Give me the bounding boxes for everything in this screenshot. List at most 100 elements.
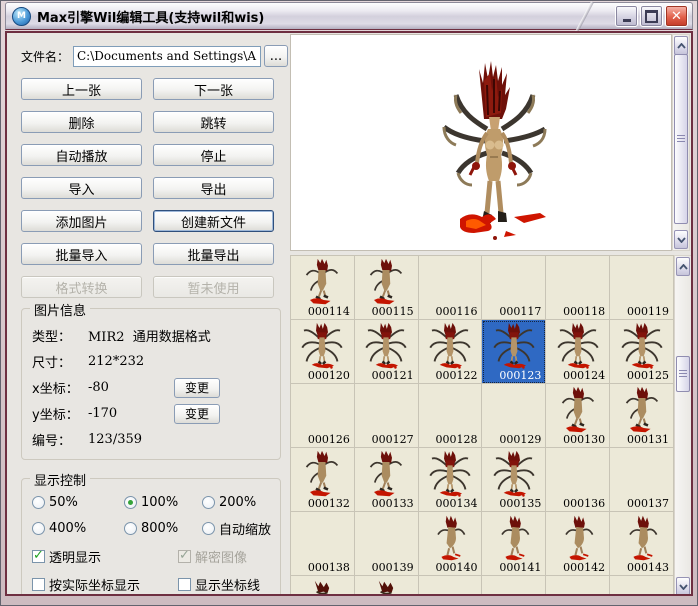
add-image-button[interactable]: 添加图片 bbox=[21, 210, 142, 232]
minimize-button[interactable] bbox=[615, 5, 638, 27]
export-button[interactable]: 导出 bbox=[153, 177, 274, 199]
radio-icon[interactable] bbox=[124, 522, 137, 535]
checkbox-actual-coords[interactable]: 按实际坐标显示 bbox=[32, 575, 178, 594]
thumb-cell-000129[interactable]: 000129 bbox=[482, 384, 546, 448]
thumb-cell-000131[interactable]: 000131 bbox=[610, 384, 674, 448]
monster-sprite-icon bbox=[300, 579, 344, 596]
thumb-cell-000118[interactable]: 000118 bbox=[546, 256, 610, 320]
stop-button[interactable]: 停止 bbox=[153, 144, 274, 166]
thumb-cell-partial-30[interactable] bbox=[291, 576, 355, 596]
thumb-cell-000116[interactable]: 000116 bbox=[419, 256, 483, 320]
thumb-cell-000133[interactable]: 000133 bbox=[355, 448, 419, 512]
preview-scroll-thumb[interactable] bbox=[674, 54, 688, 224]
grid-scrollbar[interactable] bbox=[674, 255, 692, 596]
radio-icon[interactable] bbox=[124, 496, 137, 509]
thumb-cell-000143[interactable]: 000143 bbox=[610, 512, 674, 576]
radio-zoom-100[interactable]: 100% bbox=[124, 495, 202, 510]
thumb-cell-000142[interactable]: 000142 bbox=[546, 512, 610, 576]
browse-button[interactable]: ... bbox=[264, 45, 288, 67]
thumb-cell-000114[interactable]: 000114 bbox=[291, 256, 355, 320]
thumb-cell-000136[interactable]: 000136 bbox=[546, 448, 610, 512]
maximize-button[interactable] bbox=[640, 5, 663, 27]
radio-zoom-400[interactable]: 400% bbox=[32, 519, 124, 538]
x-coord-value: -80 bbox=[88, 380, 174, 395]
thumb-number: 000114 bbox=[308, 305, 350, 318]
preview-scroll-up-icon[interactable] bbox=[674, 36, 688, 55]
thumb-cell-000119[interactable]: 000119 bbox=[610, 256, 674, 320]
thumb-cell-000127[interactable]: 000127 bbox=[355, 384, 419, 448]
close-button[interactable]: ✕ bbox=[665, 5, 688, 27]
file-path-input[interactable]: C:\Documents and Settings\A bbox=[73, 46, 261, 67]
autoplay-button[interactable]: 自动播放 bbox=[21, 144, 142, 166]
grid-scroll-thumb[interactable] bbox=[676, 356, 690, 392]
radio-zoom-800[interactable]: 800% bbox=[124, 519, 202, 538]
next-button[interactable]: 下一张 bbox=[153, 78, 274, 100]
thumb-cell-partial-32[interactable] bbox=[419, 576, 483, 596]
thumb-cell-000117[interactable]: 000117 bbox=[482, 256, 546, 320]
prev-button[interactable]: 上一张 bbox=[21, 78, 142, 100]
thumb-cell-000123[interactable]: 000123 bbox=[482, 320, 546, 384]
thumb-cell-partial-35[interactable] bbox=[610, 576, 674, 596]
monster-sprite-icon bbox=[556, 386, 600, 434]
radio-zoom-200[interactable]: 200% bbox=[202, 495, 272, 510]
check-label: 按实际坐标显示 bbox=[49, 575, 140, 594]
jump-button[interactable]: 跳转 bbox=[153, 111, 274, 133]
thumb-number: 000125 bbox=[627, 369, 669, 382]
monster-sprite-icon bbox=[492, 450, 536, 498]
checkbox-icon[interactable] bbox=[32, 578, 45, 591]
grid-scroll-up-icon[interactable] bbox=[676, 257, 690, 276]
thumb-cell-000140[interactable]: 000140 bbox=[419, 512, 483, 576]
thumb-cell-000134[interactable]: 000134 bbox=[419, 448, 483, 512]
thumb-number: 000136 bbox=[563, 497, 605, 510]
thumb-cell-partial-34[interactable] bbox=[546, 576, 610, 596]
thumb-cell-000122[interactable]: 000122 bbox=[419, 320, 483, 384]
thumb-cell-000125[interactable]: 000125 bbox=[610, 320, 674, 384]
change-y-button[interactable]: 变更 bbox=[174, 404, 220, 424]
monster-sprite-icon bbox=[556, 322, 600, 370]
radio-icon[interactable] bbox=[32, 496, 45, 509]
create-file-button[interactable]: 创建新文件 bbox=[153, 210, 274, 232]
delete-button[interactable]: 删除 bbox=[21, 111, 142, 133]
thumb-cell-000121[interactable]: 000121 bbox=[355, 320, 419, 384]
thumb-cell-000115[interactable]: 000115 bbox=[355, 256, 419, 320]
thumb-cell-000139[interactable]: 000139 bbox=[355, 512, 419, 576]
checkbox-transparent-display[interactable]: 透明显示 bbox=[32, 547, 178, 566]
thumb-number: 000142 bbox=[563, 561, 605, 574]
thumb-cell-000137[interactable]: 000137 bbox=[610, 448, 674, 512]
thumb-cell-000130[interactable]: 000130 bbox=[546, 384, 610, 448]
thumb-cell-partial-31[interactable] bbox=[355, 576, 419, 596]
index-value: 123/359 bbox=[88, 432, 174, 447]
preview-scroll-down-icon[interactable] bbox=[674, 230, 688, 249]
preview-scrollbar[interactable] bbox=[672, 34, 690, 251]
thumb-number: 000130 bbox=[563, 433, 605, 446]
checkbox-coord-lines[interactable]: 显示坐标线 bbox=[178, 575, 272, 594]
batch-import-button[interactable]: 批量导入 bbox=[21, 243, 142, 265]
thumb-cell-000141[interactable]: 000141 bbox=[482, 512, 546, 576]
monster-sprite-icon bbox=[620, 386, 664, 434]
thumb-cell-000126[interactable]: 000126 bbox=[291, 384, 355, 448]
thumb-cell-partial-33[interactable] bbox=[482, 576, 546, 596]
batch-export-button[interactable]: 批量导出 bbox=[153, 243, 274, 265]
format-convert-button: 格式转换 bbox=[21, 276, 142, 298]
thumb-cell-000124[interactable]: 000124 bbox=[546, 320, 610, 384]
import-button[interactable]: 导入 bbox=[21, 177, 142, 199]
radio-label: 自动缩放 bbox=[219, 519, 271, 538]
grid-scroll-down-icon[interactable] bbox=[676, 577, 690, 596]
thumb-cell-000135[interactable]: 000135 bbox=[482, 448, 546, 512]
radio-icon[interactable] bbox=[202, 522, 215, 535]
thumb-cell-000132[interactable]: 000132 bbox=[291, 448, 355, 512]
radio-icon[interactable] bbox=[202, 496, 215, 509]
monster-sprite-icon bbox=[620, 514, 664, 562]
image-info-title: 图片信息 bbox=[30, 300, 90, 319]
checkbox-icon[interactable] bbox=[178, 578, 191, 591]
thumb-cell-000120[interactable]: 000120 bbox=[291, 320, 355, 384]
thumb-cell-000138[interactable]: 000138 bbox=[291, 512, 355, 576]
radio-zoom-50[interactable]: 50% bbox=[32, 495, 124, 510]
close-icon: ✕ bbox=[671, 10, 682, 23]
checkbox-icon[interactable] bbox=[32, 550, 45, 563]
thumb-cell-000128[interactable]: 000128 bbox=[419, 384, 483, 448]
change-x-button[interactable]: 变更 bbox=[174, 378, 220, 398]
radio-zoom-auto[interactable]: 自动缩放 bbox=[202, 519, 272, 538]
index-label: 编号： bbox=[32, 430, 88, 449]
radio-icon[interactable] bbox=[32, 522, 45, 535]
